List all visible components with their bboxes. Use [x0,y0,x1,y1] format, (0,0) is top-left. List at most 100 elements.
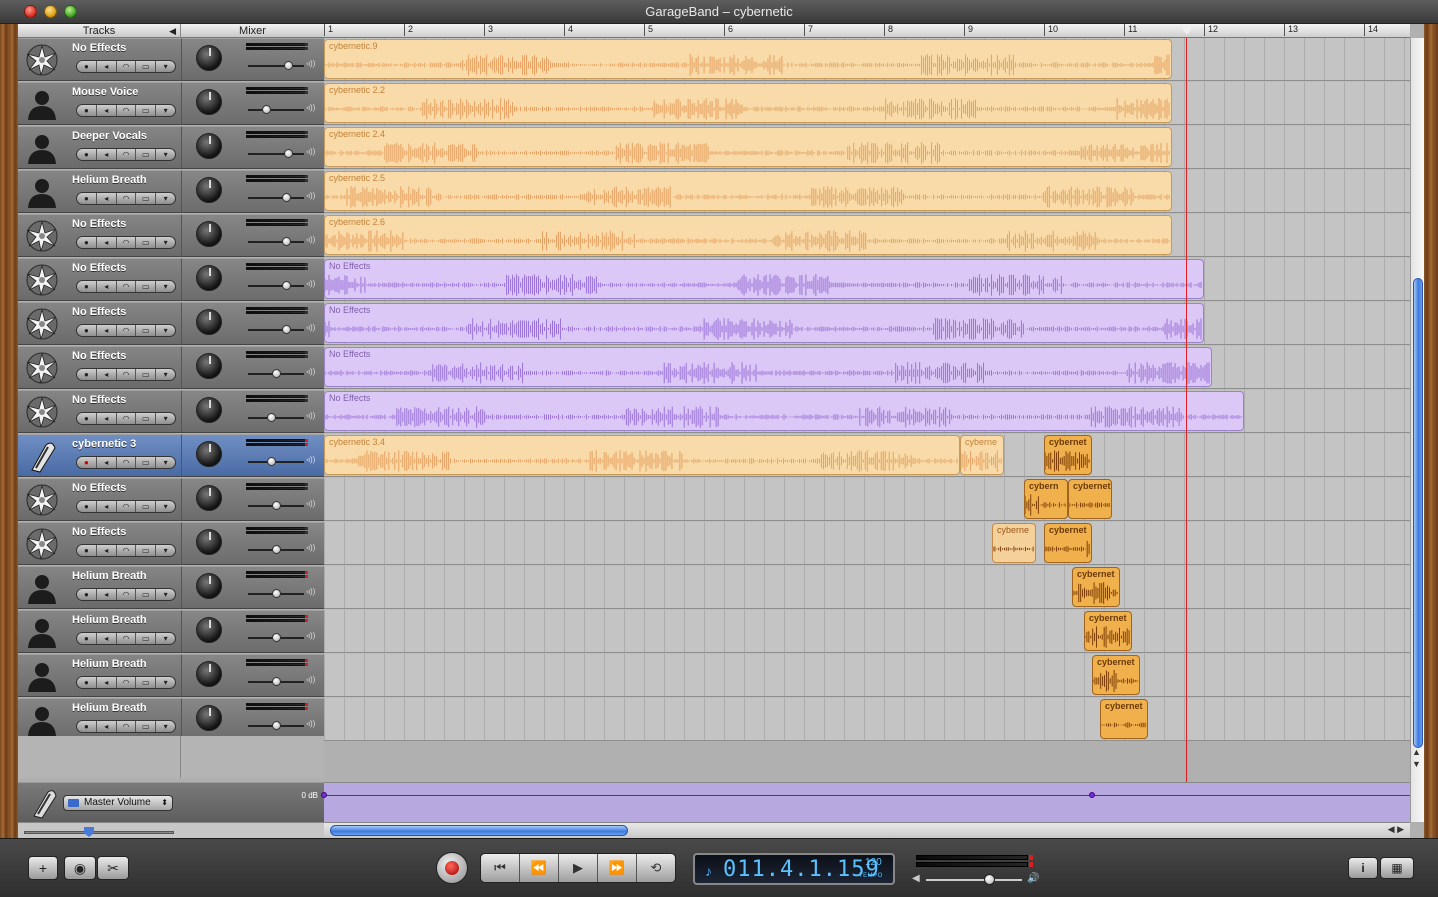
lock-button[interactable]: ▭ [136,413,157,424]
track-volume-thumb[interactable] [282,325,291,334]
track-lane[interactable]: cybernetic 2.2 [324,82,1410,125]
clip-light[interactable] [305,87,309,99]
track-header[interactable]: No Effects ● ◂ ◠ ▭ ▾ [18,302,181,345]
lock-button[interactable]: ▭ [136,501,157,512]
pan-knob[interactable] [196,441,222,467]
track-lane[interactable]: cybernet [324,654,1410,697]
mute-button[interactable]: ◂ [97,589,117,600]
mute-button[interactable]: ◂ [97,721,117,732]
audio-region[interactable]: cybernet [1100,699,1148,739]
mute-button[interactable]: ◂ [97,677,117,688]
lock-button[interactable]: ▭ [136,193,157,204]
play-button[interactable]: ▶ [559,854,598,882]
lock-button[interactable]: ▭ [136,325,157,336]
track-lane[interactable]: cybernet [324,610,1410,653]
audio-region[interactable]: cybernet [1068,479,1112,519]
track-header[interactable]: No Effects ● ◂ ◠ ▭ ▾ [18,478,181,521]
show-automation-button[interactable]: ▾ [156,501,175,512]
track-volume-thumb[interactable] [272,545,281,554]
show-automation-button[interactable]: ▾ [156,61,175,72]
track-volume-thumb[interactable] [272,633,281,642]
track-volume-thumb[interactable] [284,149,293,158]
horizontal-scrollbar[interactable]: ◀ ▶ [324,822,1410,838]
track-lane[interactable]: No Effects [324,390,1410,433]
solo-button[interactable]: ◠ [117,721,137,732]
track-volume-slider[interactable] [248,457,304,466]
audio-region[interactable]: cyberne [992,523,1036,563]
lock-button[interactable]: ▭ [136,545,157,556]
track-volume-slider[interactable] [248,193,304,202]
lock-button[interactable]: ▭ [136,677,157,688]
clip-light[interactable] [305,175,309,187]
track-volume-thumb[interactable] [282,193,291,202]
track-lane[interactable]: cybernetic.9 [324,38,1410,81]
track-volume-slider[interactable] [248,281,304,290]
show-automation-button[interactable]: ▾ [156,721,175,732]
horizontal-scroll-thumb[interactable] [330,825,628,836]
master-volume-thumb[interactable] [984,874,995,885]
solo-button[interactable]: ◠ [117,281,137,292]
record-enable-button[interactable]: ● [77,677,97,688]
track-volume-slider[interactable] [248,61,304,70]
show-automation-button[interactable]: ▾ [156,149,175,160]
lock-button[interactable]: ▭ [136,633,157,644]
track-volume-thumb[interactable] [272,721,281,730]
track-volume-slider[interactable] [248,369,304,378]
lock-button[interactable]: ▭ [136,589,157,600]
show-automation-button[interactable]: ▾ [156,545,175,556]
mute-button[interactable]: ◂ [97,193,117,204]
audio-region[interactable]: No Effects [324,347,1212,387]
vertical-scroll-arrows-icon[interactable]: ▲ ▼ [1412,746,1421,770]
audio-region[interactable]: cybern [1024,479,1068,519]
pan-knob[interactable] [196,89,222,115]
show-automation-button[interactable]: ▾ [156,237,175,248]
track-lane[interactable]: cybernetic 2.4 [324,126,1410,169]
record-enable-button[interactable]: ● [77,193,97,204]
playhead-handle[interactable] [1180,25,1194,35]
pan-knob[interactable] [196,397,222,423]
audio-region[interactable]: No Effects [324,303,1204,343]
track-lane[interactable]: No Effects [324,258,1410,301]
master-automation-lane[interactable] [321,782,1410,822]
record-enable-button[interactable]: ● [77,369,97,380]
collapse-mixer-icon[interactable]: ◀ [169,24,176,38]
record-enable-button[interactable]: ● [77,633,97,644]
track-lane[interactable]: cybernetic 2.5 [324,170,1410,213]
vertical-scroll-thumb[interactable] [1413,278,1423,748]
lock-button[interactable]: ▭ [136,369,157,380]
track-volume-slider[interactable] [248,721,304,730]
pan-knob[interactable] [196,353,222,379]
solo-button[interactable]: ◠ [117,633,137,644]
pan-knob[interactable] [196,265,222,291]
audio-region[interactable]: cybernet [1044,435,1092,475]
record-button[interactable] [436,852,468,884]
pan-knob[interactable] [196,573,222,599]
audio-region[interactable]: cybernet [1092,655,1140,695]
mute-button[interactable]: ◂ [97,633,117,644]
pan-knob[interactable] [196,705,222,731]
lock-button[interactable]: ▭ [136,105,157,116]
audio-region[interactable]: No Effects [324,391,1244,431]
mute-button[interactable]: ◂ [97,281,117,292]
mute-button[interactable]: ◂ [97,369,117,380]
track-header[interactable]: Deeper Vocals ● ◂ ◠ ▭ ▾ [18,126,181,169]
track-volume-thumb[interactable] [272,589,281,598]
clip-light[interactable] [305,43,309,55]
audio-region[interactable]: No Effects [324,259,1204,299]
mute-button[interactable]: ◂ [97,105,117,116]
show-automation-button[interactable]: ▾ [156,105,175,116]
master-track-header[interactable]: Master Volume ⬍ [18,782,181,822]
mute-button[interactable]: ◂ [97,545,117,556]
track-header[interactable]: Helium Breath ● ◂ ◠ ▭ ▾ [18,610,181,653]
pan-knob[interactable] [196,617,222,643]
track-volume-slider[interactable] [248,633,304,642]
clip-light[interactable] [305,703,309,715]
clip-light[interactable] [305,571,309,583]
audio-region[interactable]: cybernetic 3.4 [324,435,960,475]
show-automation-button[interactable]: ▾ [156,369,175,380]
track-volume-slider[interactable] [248,677,304,686]
add-track-button[interactable]: + [28,856,58,880]
track-lane[interactable]: No Effects [324,346,1410,389]
solo-button[interactable]: ◠ [117,457,137,468]
go-to-beginning-button[interactable]: ⏮ [481,854,520,882]
